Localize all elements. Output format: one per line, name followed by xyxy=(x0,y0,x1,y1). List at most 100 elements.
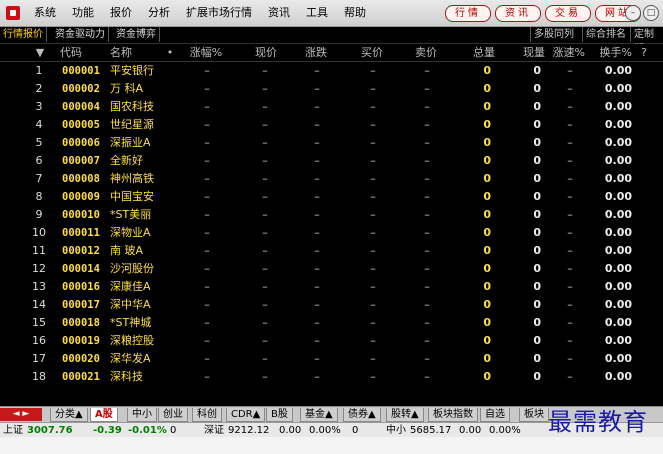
table-row[interactable]: 17 000020 深华发A – – – – – 0 0 – 0.00 xyxy=(0,350,663,368)
stock-name: *ST美丽 xyxy=(110,208,152,221)
market-tab-4[interactable]: 科创 xyxy=(192,408,222,422)
table-row[interactable]: 2 000002 万 科A – – – – – 0 0 – 0.00 xyxy=(0,80,663,98)
menu-item-5[interactable]: 资讯 xyxy=(260,0,298,26)
table-row[interactable]: 3 000004 国农科技 – – – – – 0 0 – 0.00 xyxy=(0,98,663,116)
sz-index-pct: 0.00% xyxy=(309,425,341,436)
market-tab-2[interactable]: 中小 xyxy=(127,408,157,422)
row-index: 5 xyxy=(35,136,43,149)
total-volume: 0 xyxy=(483,226,491,239)
menu-item-6[interactable]: 工具 xyxy=(298,0,336,26)
minimize-icon[interactable]: – xyxy=(625,5,641,21)
col-header-11[interactable]: 涨速% xyxy=(545,44,585,61)
market-tab-5[interactable]: CDR▲ xyxy=(226,408,266,422)
stock-name: 国农科技 xyxy=(110,100,154,113)
stock-code: 000002 xyxy=(62,83,100,95)
zx-index-change: 0.00 xyxy=(459,425,482,436)
market-tab-11[interactable]: 自选 xyxy=(480,408,510,422)
table-row[interactable]: 15 000018 *ST神城 – – – – – 0 0 – 0.00 xyxy=(0,314,663,332)
dash-cell: – xyxy=(314,334,320,347)
table-row[interactable]: 8 000009 中国宝安 – – – – – 0 0 – 0.00 xyxy=(0,188,663,206)
market-tab-0[interactable]: 分类▲ xyxy=(50,408,88,422)
market-tab-3[interactable]: 创业 xyxy=(158,408,188,422)
total-volume: 0 xyxy=(483,190,491,203)
function-tab-right-2[interactable]: 定制版 xyxy=(630,27,663,55)
dash-cell: – xyxy=(424,298,430,311)
col-header-13[interactable]: ? xyxy=(638,44,650,61)
col-header-0[interactable]: ▼ xyxy=(30,44,50,61)
col-header-9[interactable]: 总量 xyxy=(455,44,495,61)
dash-cell: – xyxy=(370,190,376,203)
table-row[interactable]: 13 000016 深康佳A – – – – – 0 0 – 0.00 xyxy=(0,278,663,296)
table-row[interactable]: 11 000012 南 玻A – – – – – 0 0 – 0.00 xyxy=(0,242,663,260)
menu-item-7[interactable]: 帮助 xyxy=(336,0,374,26)
table-row[interactable]: 4 000005 世纪星源 – – – – – 0 0 – 0.00 xyxy=(0,116,663,134)
stock-name: *ST神城 xyxy=(110,316,152,329)
col-header-5[interactable]: 现价 xyxy=(242,44,290,61)
stock-code: 000012 xyxy=(62,245,100,257)
dash-cell: – xyxy=(370,370,376,383)
dash-cell: – xyxy=(370,82,376,95)
stock-code: 000008 xyxy=(62,173,100,185)
table-row[interactable]: 7 000008 神州高铁 – – – – – 0 0 – 0.00 xyxy=(0,170,663,188)
table-row[interactable]: 16 000019 深粮控股 – – – – – 0 0 – 0.00 xyxy=(0,332,663,350)
table-row[interactable]: 1 000001 平安银行 – – – – – 0 0 – 0.00 xyxy=(0,62,663,80)
col-header-7[interactable]: 买价 xyxy=(348,44,396,61)
function-tab-right-1[interactable]: 综合排名 xyxy=(582,27,629,42)
market-tab-7[interactable]: 基金▲ xyxy=(300,408,338,422)
table-row[interactable]: 18 000021 深科技 – – – – – 0 0 – 0.00 xyxy=(0,368,663,386)
market-tab-8[interactable]: 债券▲ xyxy=(343,408,381,422)
menu-item-0[interactable]: 系统 xyxy=(26,0,64,26)
col-header-3[interactable]: • xyxy=(165,44,175,61)
quick-pill-1[interactable]: 资讯 xyxy=(495,5,541,22)
stock-name: 沙河股份 xyxy=(110,262,154,275)
market-tab-10[interactable]: 板块指数 xyxy=(428,408,478,422)
col-header-4[interactable]: 涨幅% xyxy=(182,44,230,61)
col-header-6[interactable]: 涨跌 xyxy=(292,44,340,61)
market-tab-12[interactable]: 板块 xyxy=(519,408,549,422)
table-row[interactable]: 9 000010 *ST美丽 – – – – – 0 0 – 0.00 xyxy=(0,206,663,224)
speed-cell: – xyxy=(567,334,573,347)
turnover-rate: 0.00 xyxy=(604,334,632,347)
function-tab-right-0[interactable]: 多股同列 xyxy=(530,27,577,42)
dash-cell: – xyxy=(424,262,430,275)
function-tab-2[interactable]: 资金博弈 xyxy=(113,27,160,42)
menu-item-2[interactable]: 报价 xyxy=(102,0,140,26)
stock-code: 000016 xyxy=(62,281,100,293)
current-volume: 0 xyxy=(533,298,541,311)
total-volume: 0 xyxy=(483,154,491,167)
col-header-8[interactable]: 卖价 xyxy=(402,44,450,61)
current-volume: 0 xyxy=(533,316,541,329)
col-header-1[interactable]: 代码 xyxy=(60,44,110,61)
stock-name: 深物业A xyxy=(110,226,151,239)
stock-name: 深粮控股 xyxy=(110,334,154,347)
restore-icon[interactable]: □ xyxy=(643,5,659,21)
dash-cell: – xyxy=(424,190,430,203)
function-tab-1[interactable]: 资金驱动力 xyxy=(52,27,109,42)
table-row[interactable]: 6 000007 全新好 – – – – – 0 0 – 0.00 xyxy=(0,152,663,170)
quick-pill-0[interactable]: 行情 xyxy=(445,5,491,22)
market-tab-6[interactable]: B股 xyxy=(266,408,293,422)
quick-pill-2[interactable]: 交易 xyxy=(545,5,591,22)
menu-item-1[interactable]: 功能 xyxy=(64,0,102,26)
turnover-rate: 0.00 xyxy=(604,100,632,113)
menu-bar: 系统 功能 报价 分析 扩展市场行情 资讯 工具 帮助 行情 资讯 交易 网站 – □ xyxy=(0,0,663,27)
dash-cell: – xyxy=(262,226,268,239)
tab-scroll-arrows-icon[interactable]: ◄ ► xyxy=(0,408,42,421)
market-tab-9[interactable]: 股转▲ xyxy=(386,408,424,422)
col-header-10[interactable]: 现量 xyxy=(505,44,545,61)
col-header-2[interactable]: 名称 xyxy=(110,44,170,61)
dash-cell: – xyxy=(204,118,210,131)
table-row[interactable]: 12 000014 沙河股份 – – – – – 0 0 – 0.00 xyxy=(0,260,663,278)
menu-item-3[interactable]: 分析 xyxy=(140,0,178,26)
current-volume: 0 xyxy=(533,82,541,95)
dash-cell: – xyxy=(314,280,320,293)
table-row[interactable]: 10 000011 深物业A – – – – – 0 0 – 0.00 xyxy=(0,224,663,242)
function-tab-0[interactable]: 行情报价 xyxy=(0,27,47,42)
current-volume: 0 xyxy=(533,172,541,185)
market-tab-1[interactable]: A股 xyxy=(90,408,118,422)
table-row[interactable]: 5 000006 深振业A – – – – – 0 0 – 0.00 xyxy=(0,134,663,152)
speed-cell: – xyxy=(567,352,573,365)
table-row[interactable]: 14 000017 深中华A – – – – – 0 0 – 0.00 xyxy=(0,296,663,314)
menu-item-4[interactable]: 扩展市场行情 xyxy=(178,0,260,26)
col-header-12[interactable]: 换手% xyxy=(590,44,632,61)
